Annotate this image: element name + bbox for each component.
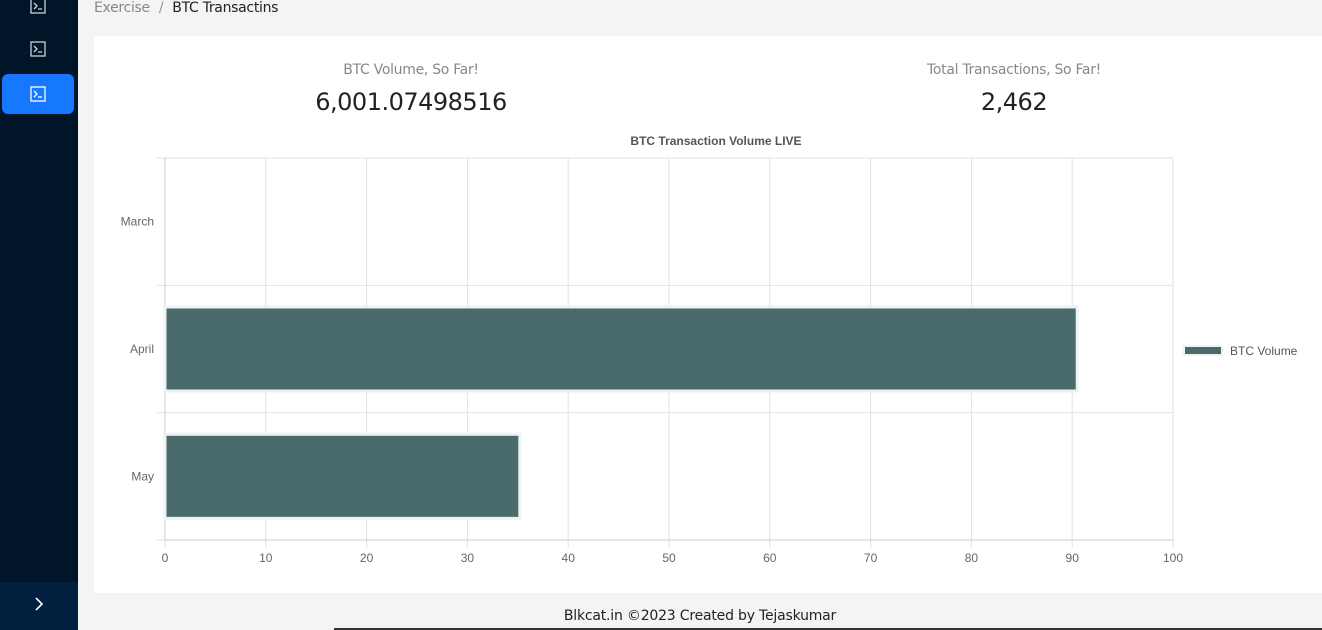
footer: Blkcat.in ©2023 Created by Tejaskumar [563,608,837,624]
btc-volume-chart: BTC Transaction Volume LIVE 0 10 20 30 40 50 60… [121,134,1298,565]
breadcrumb-current: BTC Transactins [172,0,279,16]
x-tick-label: 10 [259,551,273,565]
breadcrumb-link-exercise[interactable]: Exercise [94,0,150,16]
y-tick-label: April [130,342,154,356]
x-tick-label: 30 [461,551,475,565]
sidebar-item-terminal-2[interactable] [2,29,74,69]
sidebar [0,0,78,630]
breadcrumb-separator: / [158,0,164,16]
x-tick-label: 0 [162,551,169,565]
sidebar-item-terminal-3[interactable] [2,74,74,114]
x-tick-label: 20 [360,551,374,565]
sidebar-collapse-button[interactable] [0,582,78,630]
chevron-right-icon [33,596,45,616]
x-tick-label: 50 [662,551,676,565]
x-tick-label: 40 [562,551,576,565]
terminal-icon [30,86,46,102]
sidebar-item-terminal-1[interactable] [2,0,74,26]
legend-label: BTC Volume [1230,344,1298,358]
x-tick-label: 90 [1066,551,1080,565]
x-tick-label: 80 [965,551,979,565]
x-tick-label: 100 [1163,551,1183,565]
legend-swatch [1183,345,1223,356]
terminal-icon [30,41,46,57]
y-tick-label: March [121,215,154,229]
bar-april [163,305,1079,393]
chart-title: BTC Transaction Volume LIVE [630,134,801,148]
x-tick-label: 70 [864,551,878,565]
breadcrumb: Exercise / BTC Transactins [94,0,278,20]
bar-may [163,432,522,520]
y-tick-label: May [131,469,154,483]
x-tick-label: 60 [763,551,777,565]
terminal-icon [30,0,46,14]
